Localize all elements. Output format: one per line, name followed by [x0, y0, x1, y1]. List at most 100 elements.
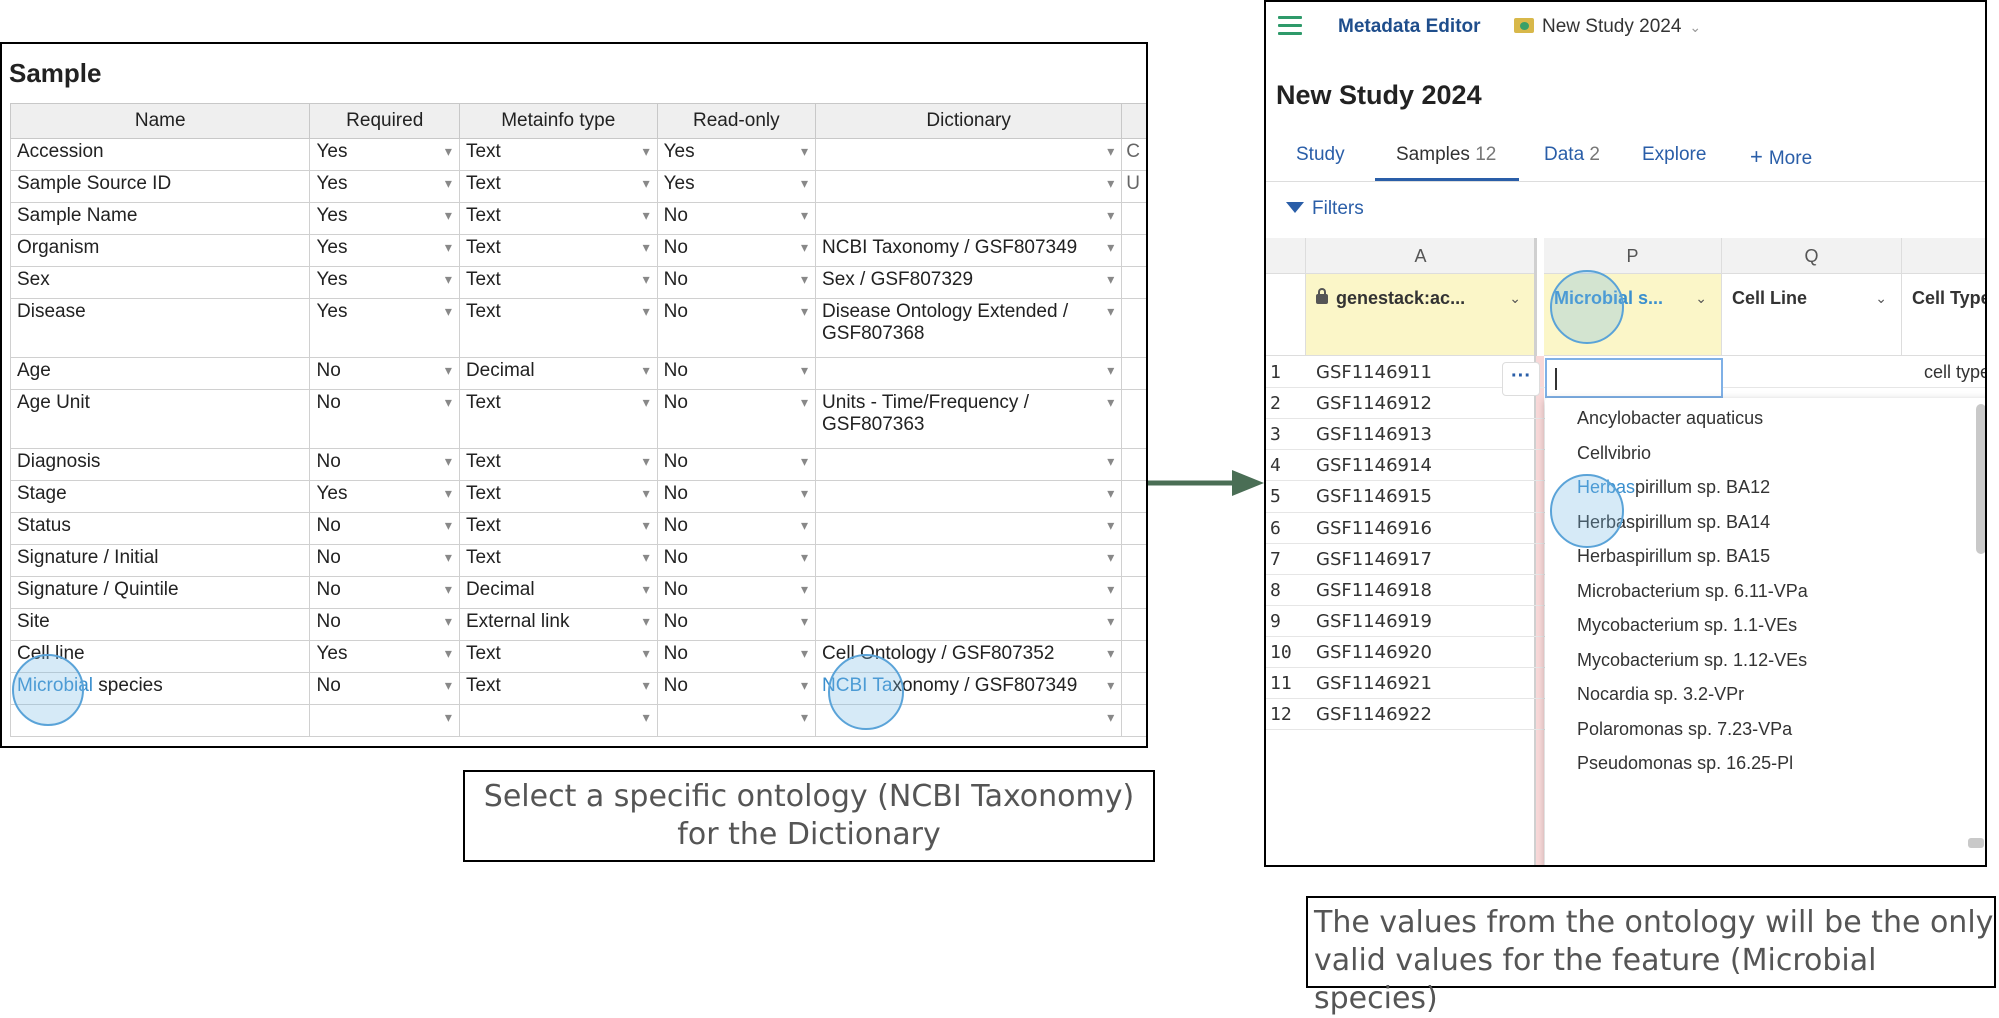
- cell-name[interactable]: Disease: [9, 298, 311, 358]
- cell-metainfo-type[interactable]: Text: [458, 389, 658, 449]
- cell-read-only[interactable]: No: [656, 544, 817, 577]
- cell-dictionary[interactable]: [815, 544, 1123, 577]
- cell-name[interactable]: Age: [9, 357, 311, 390]
- cell-read-only[interactable]: No: [656, 448, 817, 481]
- cell-metainfo-type[interactable]: [458, 704, 658, 737]
- accession-cell[interactable]: GSF1146914: [1306, 455, 1536, 476]
- cell-required[interactable]: [309, 704, 460, 737]
- cell-read-only[interactable]: [656, 704, 817, 737]
- menu-icon[interactable]: [1278, 16, 1302, 36]
- cell-overflow[interactable]: [1121, 704, 1146, 737]
- accession-cell[interactable]: GSF1146922: [1306, 704, 1536, 725]
- column-letter-a[interactable]: A: [1306, 238, 1536, 274]
- cell-overflow[interactable]: [1121, 480, 1146, 513]
- cell-metainfo-type[interactable]: Text: [458, 480, 658, 513]
- accession-cell[interactable]: GSF1146920: [1306, 642, 1536, 663]
- column-letter-q[interactable]: Q: [1722, 238, 1902, 274]
- accession-cell[interactable]: GSF1146919: [1306, 611, 1536, 632]
- cell-overflow[interactable]: [1121, 266, 1146, 299]
- cell-name[interactable]: Age Unit: [9, 389, 311, 449]
- cell-dictionary[interactable]: [815, 608, 1123, 641]
- cell-required[interactable]: No: [309, 576, 460, 609]
- tab-more[interactable]: + More: [1750, 144, 1812, 170]
- cell-overflow[interactable]: [1121, 640, 1146, 673]
- dropdown-option[interactable]: Cellvibrio: [1577, 443, 1651, 464]
- cell-metainfo-type[interactable]: Text: [458, 448, 658, 481]
- accession-cell[interactable]: GSF1146918: [1306, 580, 1536, 601]
- cell-name[interactable]: Signature / Initial: [9, 544, 311, 577]
- cell-dictionary[interactable]: [815, 357, 1123, 390]
- cell-read-only[interactable]: No: [656, 512, 817, 545]
- cell-dictionary[interactable]: [815, 512, 1123, 545]
- cell-required[interactable]: Yes: [309, 640, 460, 673]
- cell-overflow[interactable]: [1121, 357, 1146, 390]
- cell-read-only[interactable]: No: [656, 234, 817, 267]
- cell-required[interactable]: Yes: [309, 170, 460, 203]
- cell-dictionary[interactable]: [815, 448, 1123, 481]
- cell-dictionary[interactable]: [815, 480, 1123, 513]
- cell-read-only[interactable]: No: [656, 672, 817, 705]
- column-letter-next[interactable]: [1902, 238, 1985, 274]
- cell-metainfo-type[interactable]: External link: [458, 608, 658, 641]
- cell-metainfo-type[interactable]: Decimal: [458, 576, 658, 609]
- cell-required[interactable]: No: [309, 512, 460, 545]
- dropdown-option[interactable]: Mycobacterium sp. 1.1-VEs: [1577, 615, 1797, 636]
- cell-required[interactable]: Yes: [309, 138, 460, 171]
- cell-required[interactable]: Yes: [309, 202, 460, 235]
- cell-overflow[interactable]: [1121, 608, 1146, 641]
- cell-name[interactable]: Sample Source ID: [9, 170, 311, 203]
- cell-editor-input[interactable]: [1545, 358, 1723, 398]
- cell-name[interactable]: Sex: [9, 266, 311, 299]
- dropdown-option[interactable]: Ancylobacter aquaticus: [1577, 408, 1763, 429]
- cell-required[interactable]: Yes: [309, 298, 460, 358]
- tab-data[interactable]: Data 2: [1544, 144, 1600, 166]
- cell-type-cell[interactable]: cell type:: [1916, 362, 1985, 383]
- cell-required[interactable]: Yes: [309, 234, 460, 267]
- cell-name[interactable]: Signature / Quintile: [9, 576, 311, 609]
- cell-overflow[interactable]: [1121, 234, 1146, 267]
- cell-overflow[interactable]: [1121, 672, 1146, 705]
- cell-metainfo-type[interactable]: Text: [458, 544, 658, 577]
- cell-dictionary[interactable]: [815, 138, 1123, 171]
- cell-metainfo-type[interactable]: Text: [458, 234, 658, 267]
- cell-name[interactable]: Stage: [9, 480, 311, 513]
- cell-required[interactable]: No: [309, 672, 460, 705]
- cell-read-only[interactable]: No: [656, 357, 817, 390]
- accession-cell[interactable]: GSF1146916: [1306, 518, 1536, 539]
- chevron-down-icon[interactable]: ⌄: [1695, 290, 1707, 307]
- cell-metainfo-type[interactable]: Text: [458, 298, 658, 358]
- cell-read-only[interactable]: No: [656, 480, 817, 513]
- cell-overflow[interactable]: [1121, 389, 1146, 449]
- cell-required[interactable]: No: [309, 357, 460, 390]
- cell-read-only[interactable]: No: [656, 576, 817, 609]
- cell-read-only[interactable]: Yes: [656, 138, 817, 171]
- tab-explore[interactable]: Explore: [1642, 144, 1706, 166]
- cell-overflow[interactable]: [1121, 202, 1146, 235]
- field-header-cell-type[interactable]: Cell Type: [1902, 274, 1985, 356]
- cell-read-only[interactable]: No: [656, 640, 817, 673]
- column-letter-p[interactable]: P: [1544, 238, 1722, 274]
- cell-dictionary[interactable]: [815, 202, 1123, 235]
- cell-dictionary[interactable]: Units - Time/Frequency / GSF807363: [815, 389, 1123, 449]
- cell-dictionary[interactable]: [815, 170, 1123, 203]
- chevron-down-icon[interactable]: ⌄: [1509, 290, 1521, 307]
- cell-required[interactable]: No: [309, 448, 460, 481]
- dropdown-scrollbar[interactable]: [1976, 404, 1985, 554]
- dropdown-option[interactable]: Microbacterium sp. 6.11-VPa: [1577, 581, 1808, 602]
- cell-name[interactable]: Diagnosis: [9, 448, 311, 481]
- dropdown-option[interactable]: Polaromonas sp. 7.23-VPa: [1577, 719, 1792, 740]
- cell-read-only[interactable]: No: [656, 266, 817, 299]
- cell-metainfo-type[interactable]: Text: [458, 138, 658, 171]
- cell-required[interactable]: Yes: [309, 266, 460, 299]
- accession-cell[interactable]: GSF1146921: [1306, 673, 1536, 694]
- cell-required[interactable]: No: [309, 608, 460, 641]
- more-dots-icon[interactable]: ···: [1502, 362, 1540, 396]
- cell-name[interactable]: Accession: [9, 138, 311, 171]
- cell-overflow[interactable]: [1121, 298, 1146, 358]
- cell-metainfo-type[interactable]: Text: [458, 640, 658, 673]
- cell-name[interactable]: Organism: [9, 234, 311, 267]
- cell-name[interactable]: Sample Name: [9, 202, 311, 235]
- cell-dictionary[interactable]: Disease Ontology Extended / GSF807368: [815, 298, 1123, 358]
- cell-dictionary[interactable]: NCBI Taxonomy / GSF807349: [815, 234, 1123, 267]
- field-header-accession[interactable]: genestack:ac... ⌄: [1306, 274, 1536, 356]
